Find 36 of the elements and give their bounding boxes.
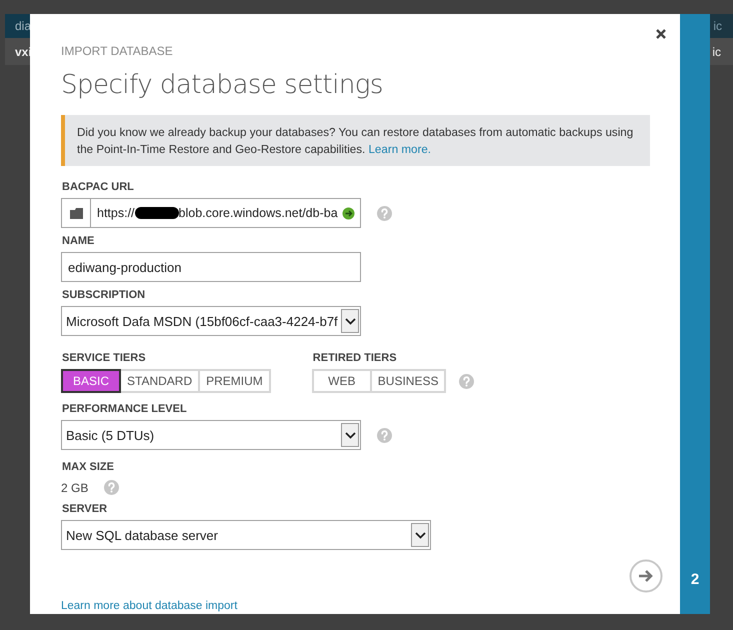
help-icon[interactable]	[377, 428, 392, 442]
tier-option[interactable]: BASIC	[61, 369, 121, 393]
table-cell-text: ic	[712, 44, 722, 58]
info-notice: Did you know we already backup your databases? You can restore databases from automatic backups using the Point-In-Time Restore and Geo-Restore capabilities. Learn more.	[61, 115, 650, 166]
performance-dropdown[interactable]: Basic (5 DTUs)	[61, 420, 361, 450]
column-header: ic	[713, 19, 723, 33]
field-label: SERVER	[62, 503, 108, 515]
help-icon[interactable]	[459, 374, 474, 388]
field-label: MAX SIZE	[62, 461, 115, 473]
field-label: PERFORMANCE LEVEL	[62, 403, 188, 415]
max-size-value: 2 GB	[61, 480, 88, 494]
field-label: SERVICE TIERS	[62, 352, 147, 364]
import-help-link[interactable]: Learn more about database import	[61, 600, 238, 612]
url-field[interactable]: https:// blob.core.windows.net/db-ba	[61, 198, 361, 228]
close-icon[interactable]	[656, 29, 666, 39]
field-label: RETIRED TIERS	[312, 352, 398, 364]
field-label: SUBSCRIPTION	[62, 289, 146, 301]
help-icon[interactable]	[377, 206, 392, 220]
tier-option[interactable]: PREMIUM	[198, 369, 271, 393]
tier-option[interactable]: WEB	[312, 369, 372, 393]
dialog-title: Specify database settings	[61, 70, 384, 100]
caret-icon	[411, 523, 429, 547]
server-dropdown[interactable]: New SQL database server	[61, 520, 431, 550]
help-icon[interactable]	[104, 480, 120, 495]
name-field[interactable]: ediwang-production	[61, 252, 361, 282]
tier-option[interactable]: STANDARD	[119, 369, 200, 393]
step-number: 2	[690, 571, 700, 588]
caret-icon	[341, 423, 359, 447]
redaction-mark	[134, 207, 179, 219]
status-icon	[342, 207, 355, 220]
dialog-subtitle: IMPORT DATABASE	[61, 44, 174, 58]
subscription-dropdown[interactable]: Microsoft Dafa MSDN (15bf06cf-caa3-4224-b7f	[61, 306, 361, 336]
tier-option[interactable]: BUSINESS	[370, 369, 446, 393]
field-label: NAME	[62, 235, 96, 247]
field-label: BACPAC URL	[62, 181, 135, 193]
caret-icon	[341, 309, 359, 333]
